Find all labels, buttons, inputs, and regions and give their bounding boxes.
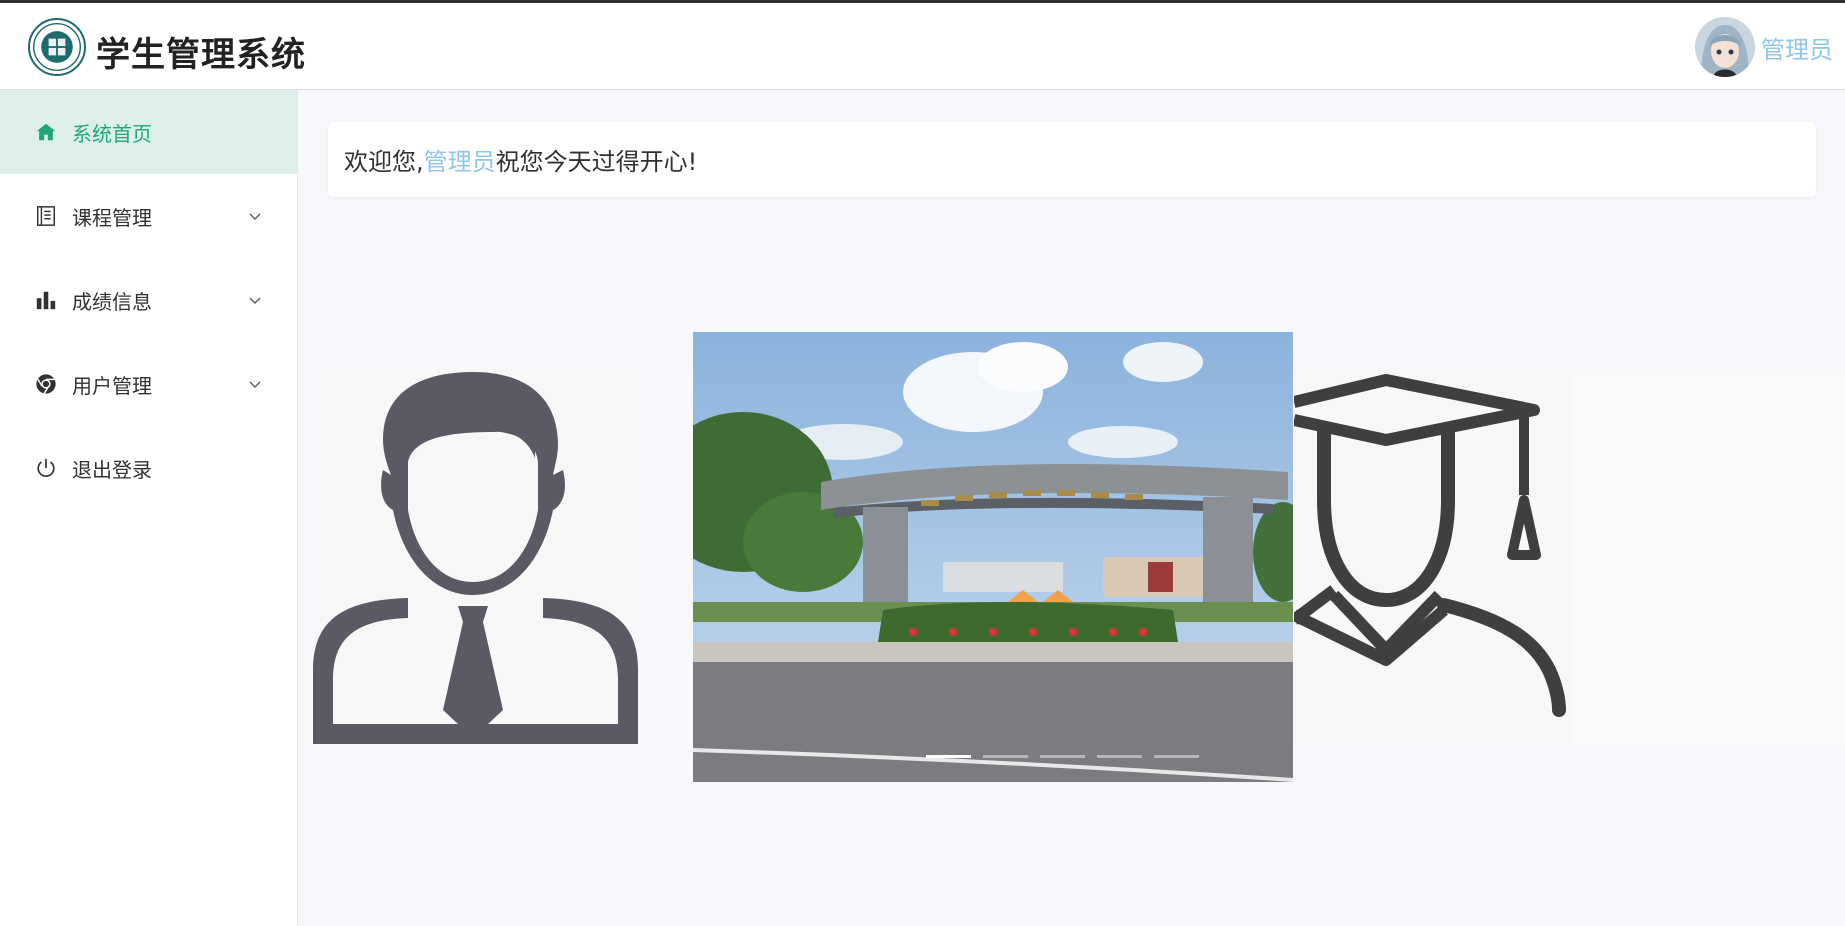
carousel-indicator[interactable] <box>1039 755 1085 758</box>
sidebar-item-label: 退出登录 <box>72 457 152 482</box>
anime-avatar-icon[interactable] <box>1695 17 1755 77</box>
sidebar: 系统首页 课程管理 成绩信息 用户管理 退出登录 <box>0 90 298 926</box>
carousel-indicator[interactable] <box>982 755 1028 758</box>
welcome-suffix: 祝您今天过得开心! <box>495 148 698 176</box>
chrome-icon <box>34 372 58 396</box>
chevron-down-icon[interactable] <box>247 290 263 306</box>
graduate-icon[interactable] <box>1294 370 1572 744</box>
sidebar-item-label: 系统首页 <box>72 121 152 146</box>
carousel-next-slide[interactable] <box>1572 370 1845 744</box>
teacher-icon[interactable] <box>313 370 638 744</box>
sidebar-item-logout[interactable]: 退出登录 <box>0 426 297 510</box>
user-name[interactable]: 管理员 <box>1761 30 1833 65</box>
power-icon <box>34 456 58 480</box>
carousel-indicators <box>693 755 1293 758</box>
sidebar-item-label: 课程管理 <box>72 205 152 230</box>
carousel-indicator[interactable] <box>1096 755 1142 758</box>
welcome-prefix: 欢迎您, <box>344 148 424 176</box>
top-header: 学生管理系统 管理员 <box>0 0 1845 90</box>
home-icon <box>34 120 58 144</box>
sidebar-item-label: 用户管理 <box>72 373 152 398</box>
notebook-icon <box>34 204 58 228</box>
carousel-indicator[interactable] <box>1153 755 1199 758</box>
bar-chart-icon <box>34 288 58 312</box>
chevron-down-icon[interactable] <box>247 206 263 222</box>
image-carousel[interactable] <box>298 330 1845 790</box>
user-menu[interactable]: 管理员 <box>1695 17 1833 77</box>
carousel-indicator[interactable] <box>925 755 971 758</box>
campus-gate-photo <box>693 332 1293 782</box>
chevron-down-icon[interactable] <box>247 374 263 390</box>
school-seal-icon <box>28 18 86 76</box>
app-title: 学生管理系统 <box>96 35 306 75</box>
sidebar-item-users[interactable]: 用户管理 <box>0 342 297 426</box>
sidebar-item-label: 成绩信息 <box>72 289 152 314</box>
welcome-banner: 欢迎您, 管理员 祝您今天过得开心! <box>328 122 1816 197</box>
sidebar-item-home[interactable]: 系统首页 <box>0 90 297 174</box>
sidebar-item-courses[interactable]: 课程管理 <box>0 174 297 258</box>
welcome-user-name: 管理员 <box>423 148 496 176</box>
sidebar-item-grades[interactable]: 成绩信息 <box>0 258 297 342</box>
